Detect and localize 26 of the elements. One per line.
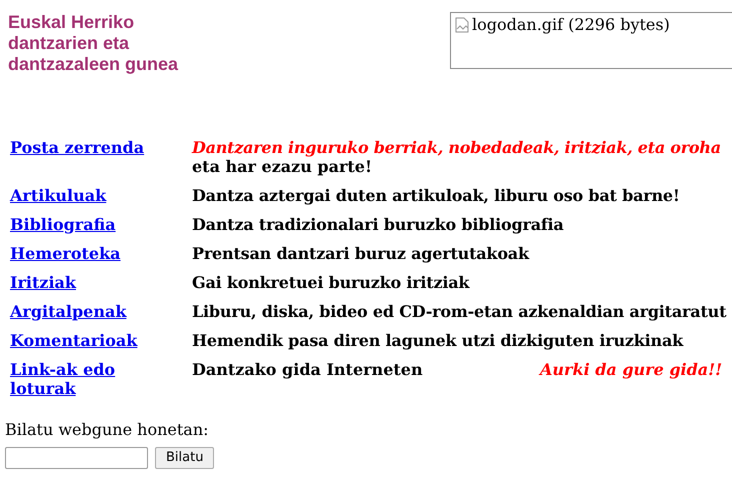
section-description: eta har ezazu parte! xyxy=(192,157,372,176)
section-description: Liburu, diska, bideo ed CD-rom-etan azkenaldian argitaratut xyxy=(192,302,726,321)
section-description: Hemendik pasa diren lagunek utzi dizkiguten iruzkinak xyxy=(192,331,684,350)
section-link[interactable]: Iritziak xyxy=(10,273,76,292)
search-button[interactable]: Bilatu xyxy=(155,447,214,469)
section-link[interactable]: Komentarioak xyxy=(10,331,138,350)
section-description: Prentsan dantzari buruz agertutakoak xyxy=(192,244,529,263)
search-field[interactable] xyxy=(5,447,148,469)
section-highlight: Dantzaren inguruko berriak, nobedadeak, iritziak, eta oroha xyxy=(192,138,721,157)
site-title: dantzazaleen gunea xyxy=(8,54,178,75)
section-description: Dantzako gida Interneten xyxy=(192,360,424,379)
section-link[interactable]: Hemeroteka xyxy=(10,244,121,263)
section-link[interactable]: Bibliografia xyxy=(10,215,116,234)
section-link[interactable]: Argitalpenak xyxy=(10,302,126,321)
site-title: Euskal Herriko xyxy=(8,12,134,33)
section-link[interactable]: Link-ak edo loturak xyxy=(10,360,150,398)
search-label: Bilatu webgune honetan: xyxy=(5,420,209,439)
section-description: Dantza aztergai duten artikuloak, liburu oso bat barne! xyxy=(192,186,680,205)
section-link[interactable]: Artikuluak xyxy=(10,186,106,205)
site-title: dantzarien eta xyxy=(8,33,130,54)
section-note: Aurki da gure gida!! xyxy=(540,360,722,379)
section-description: Gai konkretuei buruzko iritziak xyxy=(192,273,470,292)
image-alt-text: logodan.gif (2296 bytes) xyxy=(472,15,670,35)
section-link[interactable]: Posta zerrenda xyxy=(10,138,144,157)
broken-image-icon xyxy=(455,17,469,33)
section-description: Dantza tradizionalari buruzko bibliografia xyxy=(192,215,564,234)
